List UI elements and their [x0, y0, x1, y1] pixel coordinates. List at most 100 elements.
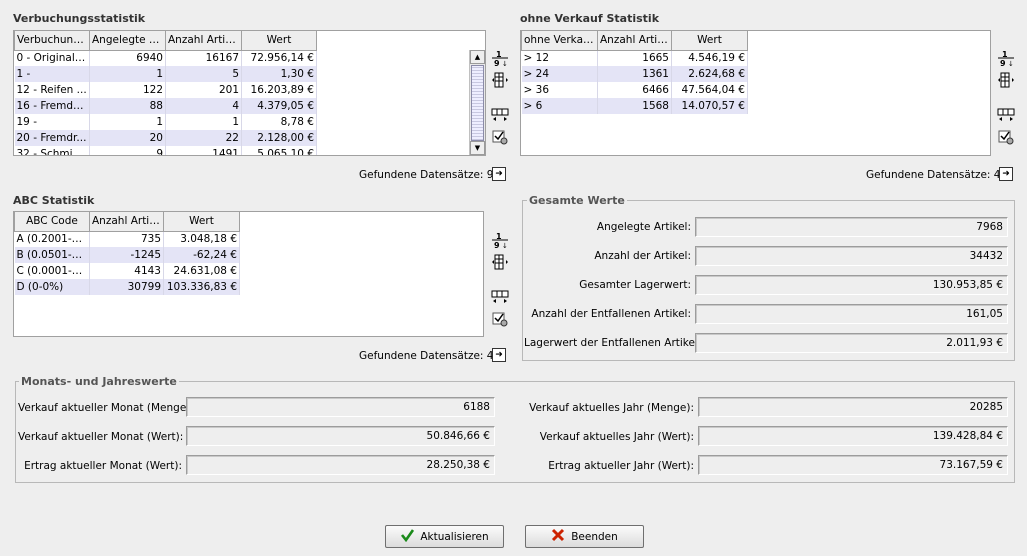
- ohne-found-count: Gefundene Datensätze: 4: [866, 169, 1001, 181]
- monat-wert-label: Verkauf aktueller Monat (Wert):: [18, 431, 184, 443]
- settings-check-icon[interactable]: [997, 128, 1015, 146]
- svg-text:9: 9: [494, 241, 500, 249]
- table-row[interactable]: > 12 1665 4.546,19 €: [521, 50, 748, 66]
- jahr-menge-label: Verkauf aktuelles Jahr (Menge):: [529, 402, 694, 414]
- cell: 0 - Originalte...: [14, 50, 90, 66]
- column-header[interactable]: Anzahl Artikel: [89, 212, 164, 232]
- table-row[interactable]: A (0.2001-1... 735 3.048,18 €: [14, 231, 240, 247]
- settings-check-icon[interactable]: [491, 310, 509, 328]
- exit-button[interactable]: Beenden: [525, 525, 644, 548]
- entfallene-lagerwert-label: Lagerwert der Entfallenen Artikel:: [524, 337, 702, 349]
- cell: 19 -: [14, 114, 90, 130]
- column-header[interactable]: Wert: [163, 212, 240, 232]
- cell: 20 - Fremdr...: [14, 130, 90, 146]
- table-row[interactable]: 20 - Fremdr... 20 22 2.128,00 €: [14, 130, 317, 146]
- vertical-scrollbar[interactable]: ▲ ▼: [469, 50, 485, 155]
- cell: 20: [89, 130, 166, 146]
- anzahl-artikel-label: Anzahl der Artikel:: [594, 250, 691, 262]
- lagerwert-field: 130.953,85 €: [695, 275, 1008, 295]
- export-arrow-icon[interactable]: ➜: [492, 348, 506, 362]
- verbuchung-found-count: Gefundene Datensätze: 9: [359, 169, 494, 181]
- scroll-down-icon[interactable]: ▼: [470, 141, 485, 155]
- fit-columns-icon[interactable]: [491, 106, 509, 124]
- jahr-menge-field: 20285: [698, 397, 1008, 417]
- cell: 16167: [165, 50, 242, 66]
- table-row[interactable]: 32 - Schmier... 9 1491 5.065,10 €: [14, 146, 317, 155]
- cell: > 36: [521, 82, 598, 98]
- svg-text:↓: ↓: [1008, 60, 1014, 67]
- cell: 16 - Fremdte...: [14, 98, 90, 114]
- cell: 4143: [89, 263, 164, 279]
- cell: D (0-0%): [14, 279, 90, 295]
- settings-check-icon[interactable]: [491, 128, 509, 146]
- table-row[interactable]: 12 - Reifen ... 122 201 16.203,89 €: [14, 82, 317, 98]
- cell: 1: [165, 114, 242, 130]
- cell: 30799: [89, 279, 164, 295]
- sort-numeric-icon[interactable]: 1 9 ↓: [491, 231, 509, 250]
- column-chooser-icon[interactable]: [997, 71, 1015, 89]
- monat-ertrag-label: Ertrag aktueller Monat (Wert):: [24, 460, 182, 472]
- angelegte-artikel-field: 7968: [695, 217, 1008, 237]
- sort-numeric-icon[interactable]: 1 9 ↓: [491, 49, 509, 68]
- column-header[interactable]: Anzahl Artikel: [597, 31, 672, 51]
- cell: 1491: [165, 146, 242, 155]
- jahr-ertrag-label: Ertrag aktueller Jahr (Wert):: [548, 460, 694, 472]
- table-row[interactable]: 19 -1 1 8,78 €: [14, 114, 317, 130]
- cell: 1,30 €: [241, 66, 317, 82]
- table-row[interactable]: > 6 1568 14.070,57 €: [521, 98, 748, 114]
- cell: 201: [165, 82, 242, 98]
- cell: C (0.0001-0....: [14, 263, 90, 279]
- monat-wert-field: 50.846,66 €: [186, 426, 495, 446]
- table-row[interactable]: 0 - Originalte... 6940 16167 72.956,14 €: [14, 50, 317, 66]
- cell: 6466: [597, 82, 672, 98]
- column-header[interactable]: Anzahl Artikel: [165, 31, 242, 51]
- column-header[interactable]: Angelegte Ar...: [89, 31, 166, 51]
- table-row[interactable]: > 24 1361 2.624,68 €: [521, 66, 748, 82]
- table-row[interactable]: > 36 6466 47.564,04 €: [521, 82, 748, 98]
- monat-menge-field: 6188: [186, 397, 495, 417]
- column-header[interactable]: Verbuchung...: [14, 31, 90, 51]
- cell: 103.336,83 €: [163, 279, 240, 295]
- export-arrow-icon[interactable]: ➜: [999, 167, 1013, 181]
- scroll-up-icon[interactable]: ▲: [470, 50, 485, 64]
- jahr-wert-field: 139.428,84 €: [698, 426, 1008, 446]
- cell: 32 - Schmier...: [14, 146, 90, 155]
- ohne-table[interactable]: ohne Verkau... Anzahl Artikel Wert > 12 1…: [520, 30, 991, 156]
- column-header[interactable]: Wert: [671, 31, 748, 51]
- monat-ertrag-field: 28.250,38 €: [186, 455, 495, 475]
- column-header[interactable]: Wert: [241, 31, 317, 51]
- table-row[interactable]: 1 -1 5 1,30 €: [14, 66, 317, 82]
- cell: 4: [165, 98, 242, 114]
- table-row[interactable]: B (0.0501-0.... -1245 -62,24 €: [14, 247, 240, 263]
- verbuchung-table[interactable]: Verbuchung... Angelegte Ar... Anzahl Art…: [13, 30, 486, 156]
- export-arrow-icon[interactable]: ➜: [492, 167, 506, 181]
- cell: 1361: [597, 66, 672, 82]
- table-row[interactable]: 16 - Fremdte... 88 4 4.379,05 €: [14, 98, 317, 114]
- svg-text:↓: ↓: [502, 242, 508, 249]
- cell: 1665: [597, 50, 672, 66]
- scroll-thumb[interactable]: [471, 65, 484, 141]
- cell: 2.128,00 €: [241, 130, 317, 146]
- column-chooser-icon[interactable]: [491, 71, 509, 89]
- sort-numeric-icon[interactable]: 1 9 ↓: [997, 49, 1015, 68]
- table-row[interactable]: D (0-0%) 30799 103.336,83 €: [14, 279, 240, 295]
- cell: 5.065,10 €: [241, 146, 317, 155]
- table-row[interactable]: C (0.0001-0.... 4143 24.631,08 €: [14, 263, 240, 279]
- lagerwert-label: Gesamter Lagerwert:: [579, 279, 691, 291]
- cell: 9: [89, 146, 166, 155]
- cell: > 12: [521, 50, 598, 66]
- refresh-button[interactable]: Aktualisieren: [385, 525, 504, 548]
- entfallene-lagerwert-field: 2.011,93 €: [695, 333, 1008, 353]
- abc-table[interactable]: ABC Code Anzahl Artikel Wert A (0.2001-1…: [13, 211, 484, 337]
- fit-columns-icon[interactable]: [997, 106, 1015, 124]
- gesamt-title: Gesamte Werte: [527, 194, 627, 207]
- cell: 1: [89, 66, 166, 82]
- fit-columns-icon[interactable]: [491, 288, 509, 306]
- column-header[interactable]: ohne Verkau...: [521, 31, 598, 51]
- cell: 4.379,05 €: [241, 98, 317, 114]
- cell: 4.546,19 €: [671, 50, 748, 66]
- column-chooser-icon[interactable]: [491, 253, 509, 271]
- cell: -62,24 €: [163, 247, 240, 263]
- column-header[interactable]: ABC Code: [14, 212, 90, 232]
- cell: 1568: [597, 98, 672, 114]
